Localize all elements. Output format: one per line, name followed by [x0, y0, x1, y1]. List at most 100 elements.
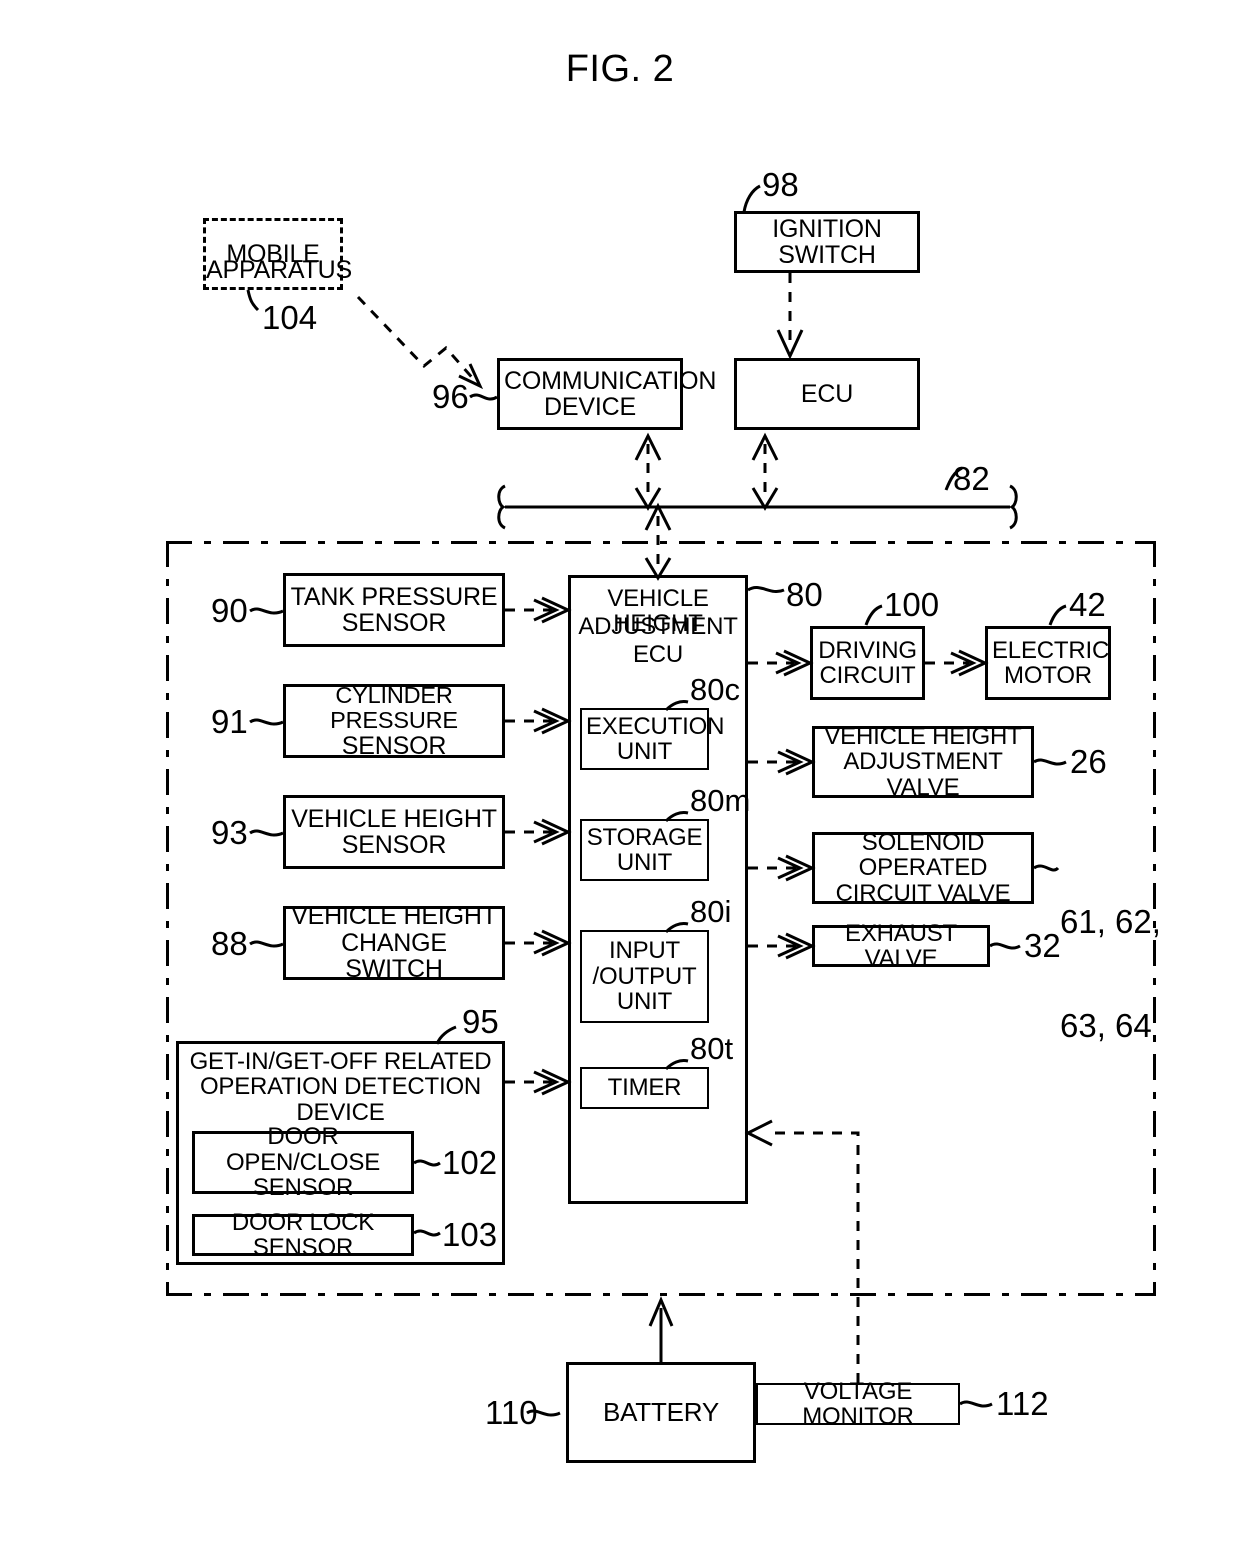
- arrowhead-electric-motor: [958, 649, 989, 677]
- arrowhead-electric-motor-2: [950, 651, 977, 675]
- solenoid-operated-circuit-valve-block[interactable]: SOLENOID OPERATED CIRCUIT VALVE: [812, 830, 1034, 906]
- ref-80m: 80m: [690, 783, 751, 818]
- leader-98: [742, 184, 761, 213]
- door-lock-sensor-label: DOOR LOCK SENSOR: [231, 1208, 375, 1261]
- leader-26: [1033, 758, 1067, 766]
- timer-label: TIMER: [607, 1074, 682, 1102]
- ref-88: 88: [211, 925, 248, 962]
- figure-title: FIG. 2: [565, 48, 675, 90]
- tank-pressure-sensor-block[interactable]: TANK PRESSURE SENSOR: [283, 573, 505, 647]
- arrowhead-driving-circuit: [783, 649, 814, 677]
- electric-motor-label-line1: ELECTRIC: [992, 636, 1110, 664]
- ref-32: 32: [1024, 927, 1061, 964]
- arrowhead-battery: [648, 1296, 674, 1327]
- leader-104: [246, 289, 260, 312]
- ignition-switch-block[interactable]: IGNITION SWITCH: [734, 211, 920, 273]
- tank-pressure-sensor-label-line1: TANK PRESSURE: [290, 582, 498, 611]
- vehicle-height-change-switch-block[interactable]: VEHICLE HEIGHT CHANGE SWITCH: [283, 902, 505, 984]
- vhav-label-line1: VEHICLE HEIGHT: [824, 722, 1022, 750]
- execution-unit-block[interactable]: EXECUTION UNIT: [580, 708, 725, 770]
- leader-93: [249, 829, 284, 837]
- ref-80: 80: [786, 576, 823, 613]
- ignition-switch-label: IGNITION SWITCH: [772, 214, 882, 269]
- ecu-label: ECU: [800, 379, 854, 408]
- ref-91: 91: [211, 703, 248, 740]
- cylinder-pressure-sensor-block[interactable]: CYLINDER PRESSURE SENSOR: [283, 682, 505, 760]
- electric-motor-block[interactable]: ELECTRIC MOTOR: [985, 626, 1111, 700]
- driving-circuit-block[interactable]: DRIVING CIRCUIT: [810, 626, 925, 700]
- arrowhead-ignition-to-ecu: [776, 329, 804, 360]
- input-output-unit-label-line2: /OUTPUT: [592, 962, 697, 990]
- vehicle-height-sensor-label-line2: SENSOR: [341, 831, 447, 859]
- vehicle-height-change-switch-label-line1: VEHICLE HEIGHT: [291, 902, 497, 931]
- arrowhead-vhecu-up: [644, 502, 672, 531]
- execution-unit-label-line1: EXECUTION: [586, 712, 725, 740]
- arrowhead-voltage-monitor: [744, 1119, 773, 1147]
- arrowhead-driving-circuit-2: [775, 651, 802, 675]
- ecu-block[interactable]: ECU: [734, 358, 920, 430]
- enclosure-top-edge: [166, 541, 1156, 544]
- door-lock-sensor-block[interactable]: DOOR LOCK SENSOR: [192, 1209, 414, 1260]
- input-output-unit-block[interactable]: INPUT /OUTPUT UNIT: [580, 930, 709, 1023]
- ref-104: 104: [262, 299, 318, 336]
- ref-61-64-line1: 61, 62,: [1060, 903, 1161, 941]
- vehicle-height-adjustment-valve-block[interactable]: VEHICLE HEIGHT ADJUSTMENT VALVE: [812, 722, 1034, 801]
- battery-label: BATTERY: [602, 1396, 720, 1427]
- leader-112: [959, 1400, 993, 1408]
- storage-unit-label-line2: UNIT: [616, 849, 673, 876]
- ref-98: 98: [762, 166, 799, 203]
- arrowhead-ecu-down: [751, 487, 779, 511]
- mobile-apparatus-block[interactable]: MOBILE APPARATUS: [203, 218, 352, 290]
- electric-motor-label-line2: MOTOR: [1004, 662, 1092, 689]
- input-output-unit-label-line3: UNIT: [616, 988, 673, 1016]
- bus-left-brace: [497, 484, 506, 530]
- ref-96: 96: [432, 378, 469, 415]
- arrowhead-getin-device: [541, 1068, 572, 1096]
- get-in-get-off-device-label-line1: GET-IN/GET-OFF RELATED: [189, 1048, 492, 1075]
- arrowhead-vh-switch: [541, 929, 572, 957]
- enclosure-bottom-edge: [166, 1293, 1156, 1296]
- mobile-apparatus-label-line2: APPARATUS: [206, 256, 352, 284]
- arrowhead-vhav-2: [777, 750, 804, 774]
- cylinder-pressure-sensor-label-line2: SENSOR: [341, 731, 447, 760]
- vehicle-height-adjustment-ecu-block[interactable]: VEHICLE HEIGHT ADJUSTMENT ECU: [568, 575, 748, 1204]
- communication-device-label-line2: DEVICE: [544, 393, 636, 421]
- get-in-get-off-device-label-line2: OPERATION DETECTION DEVICE: [199, 1073, 482, 1126]
- ref-26: 26: [1070, 743, 1107, 780]
- leader-91: [249, 718, 284, 726]
- arrowhead-exhaust-2: [777, 934, 804, 958]
- voltage-monitor-block[interactable]: VOLTAGE MONITOR: [756, 1378, 960, 1429]
- arrowhead-comm-up: [634, 432, 662, 461]
- battery-block[interactable]: BATTERY: [566, 1362, 756, 1463]
- leader-96: [469, 393, 498, 401]
- leader-80: [747, 585, 785, 593]
- bus-right-brace: [1009, 484, 1018, 530]
- leader-42: [1048, 604, 1067, 626]
- vehicle-height-sensor-block[interactable]: VEHICLE HEIGHT SENSOR: [283, 795, 505, 869]
- patent-figure: FIG. 2 MOBILE APPARATUS 104 COMMUNICATIO…: [0, 0, 1240, 1554]
- driving-circuit-label-line1: DRIVING: [818, 636, 917, 664]
- door-open-close-sensor-label-line2: SENSOR: [252, 1174, 354, 1202]
- arrowhead-getin-device-2: [533, 1070, 560, 1094]
- ref-100: 100: [884, 586, 940, 623]
- exhaust-valve-block[interactable]: EXHAUST VALVE: [812, 920, 990, 971]
- arrowhead-vh-sensor-2: [533, 820, 560, 844]
- ref-80i: 80i: [690, 894, 732, 929]
- ref-95: 95: [462, 1003, 499, 1040]
- input-output-unit-label-line1: INPUT: [608, 937, 680, 965]
- vhav-label-line2: ADJUSTMENT VALVE: [843, 748, 1003, 801]
- arrowhead-exhaust: [785, 932, 816, 960]
- ref-112: 112: [996, 1385, 1049, 1422]
- enclosure-left-edge: [166, 541, 169, 1296]
- ref-93: 93: [211, 814, 248, 851]
- storage-unit-block[interactable]: STORAGE UNIT: [580, 819, 709, 881]
- ref-110: 110: [485, 1394, 538, 1431]
- arrowhead-vh-switch-2: [533, 931, 560, 955]
- leader-90: [249, 607, 284, 615]
- ref-102: 102: [442, 1144, 498, 1181]
- vehicle-height-change-switch-label-line2: CHANGE SWITCH: [341, 928, 447, 984]
- door-open-close-sensor-block[interactable]: DOOR OPEN/CLOSE SENSOR: [192, 1124, 414, 1201]
- timer-block[interactable]: TIMER: [580, 1067, 709, 1109]
- ref-42: 42: [1069, 586, 1106, 623]
- communication-device-block[interactable]: COMMUNICATION DEVICE: [497, 358, 716, 430]
